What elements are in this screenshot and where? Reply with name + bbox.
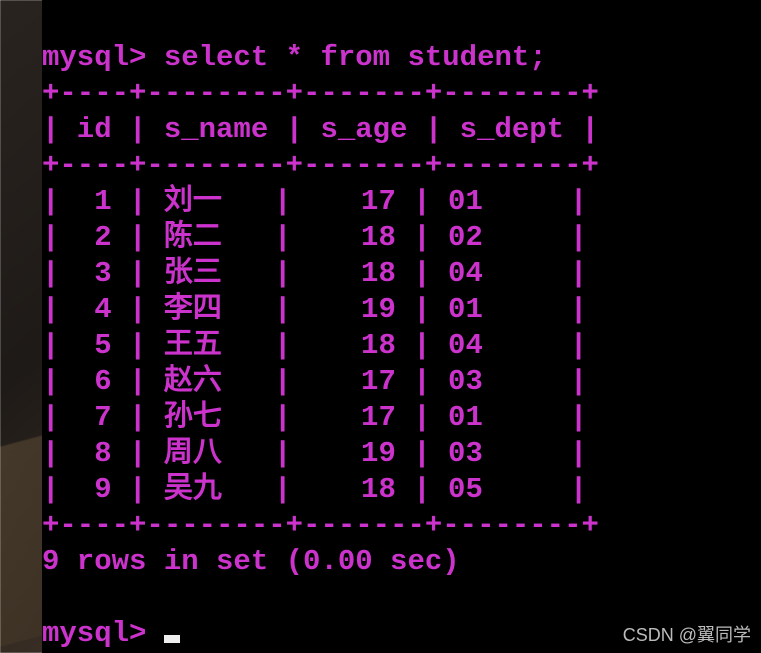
mysql-prompt: mysql> bbox=[42, 617, 164, 650]
mysql-prompt: mysql> bbox=[42, 41, 164, 74]
sql-command: select * from student; bbox=[164, 41, 547, 74]
table-header-row: | id | s_name | s_age | s_dept | bbox=[42, 113, 599, 146]
table-row: | 5 | 王五 | 18 | 04 | bbox=[42, 329, 587, 362]
table-row: | 9 | 吴九 | 18 | 05 | bbox=[42, 473, 587, 506]
csdn-watermark: CSDN @翼同学 bbox=[623, 621, 751, 647]
table-row: | 7 | 孙七 | 17 | 01 | bbox=[42, 401, 587, 434]
table-row: | 8 | 周八 | 19 | 03 | bbox=[42, 437, 587, 470]
terminal-left-margin bbox=[0, 0, 42, 653]
table-row: | 4 | 李四 | 19 | 01 | bbox=[42, 293, 587, 326]
cursor bbox=[164, 635, 180, 643]
table-row: | 6 | 赵六 | 17 | 03 | bbox=[42, 365, 587, 398]
result-summary: 9 rows in set (0.00 sec) bbox=[42, 545, 460, 578]
table-border-mid: +----+--------+-------+--------+ bbox=[42, 149, 599, 182]
table-row: | 2 | 陈二 | 18 | 02 | bbox=[42, 221, 587, 254]
table-border-top: +----+--------+-------+--------+ bbox=[42, 77, 599, 110]
mysql-terminal[interactable]: mysql> select * from student; +----+----… bbox=[42, 0, 761, 653]
table-row: | 1 | 刘一 | 17 | 01 | bbox=[42, 185, 587, 218]
table-row: | 3 | 张三 | 18 | 04 | bbox=[42, 257, 587, 290]
table-border-bottom: +----+--------+-------+--------+ bbox=[42, 509, 599, 542]
